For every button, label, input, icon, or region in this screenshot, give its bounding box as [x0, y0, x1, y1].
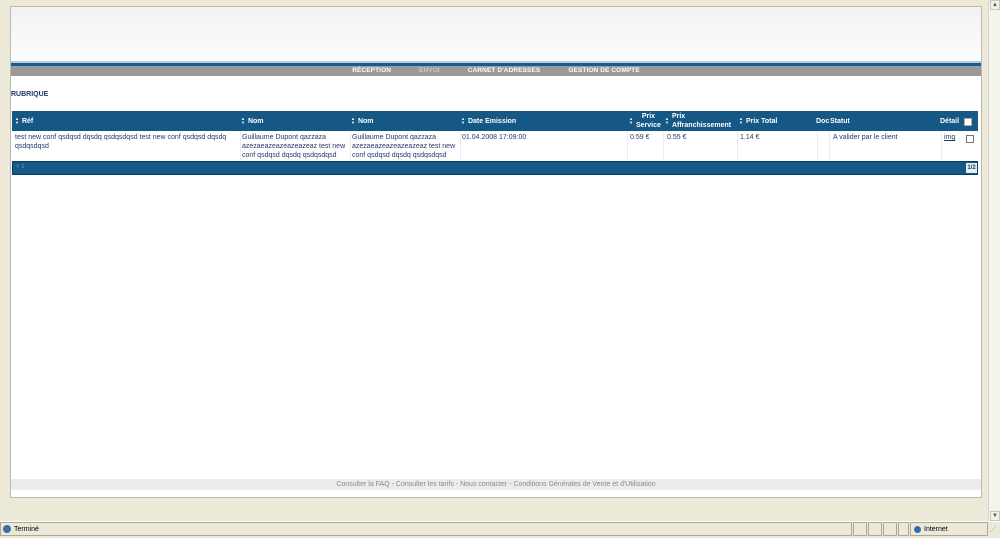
footer-links: Consulter la FAQ - Consulter les tarifs … [11, 479, 981, 490]
status-cell [883, 522, 897, 536]
cell-date: 01.04.2008 17:09:00 [462, 134, 527, 141]
cell-ref: test new conf qsdqsd dqsdq qsdqsdqsd tes… [15, 134, 227, 150]
nav-carnet-adresses[interactable]: CARNET D'ADRESSES [454, 66, 555, 76]
cell-prix-service: 0.59 € [630, 134, 650, 141]
cell-prix-total: 1.14 € [740, 134, 760, 141]
scroll-down-arrow-icon[interactable]: ▼ [990, 511, 1000, 521]
globe-icon [914, 525, 921, 533]
col-statut: Statut [830, 117, 850, 125]
sort-icon: ▲ ▼ [461, 116, 465, 125]
nav-gestion-compte[interactable]: GESTION DE COMPTE [554, 66, 653, 76]
column-divider [240, 131, 241, 160]
col-detail: Détail [940, 117, 960, 125]
pagination-page[interactable]: 1/2 [966, 163, 977, 173]
header-banner [11, 7, 981, 62]
column-divider [941, 131, 942, 160]
nav-reception[interactable]: RÉCEPTION [338, 66, 405, 76]
status-cell [853, 522, 867, 536]
pagination-prev[interactable]: < 1 [16, 164, 25, 170]
status-cell [898, 522, 909, 536]
col-prix-service[interactable]: ▲ ▼ Prix Service [629, 111, 661, 131]
ie-icon [3, 525, 11, 533]
sort-icon: ▲ ▼ [351, 116, 355, 125]
footer-link-contact[interactable]: Nous contacter [460, 481, 507, 488]
section-title: RUBRIQUE [11, 91, 49, 98]
cell-statut: A valider par le client [833, 134, 898, 141]
column-divider [460, 131, 461, 160]
column-divider [350, 131, 351, 160]
main-nav: RÉCEPTION ENVOI CARNET D'ADRESSES GESTIO… [11, 66, 981, 76]
footer-link-faq[interactable]: Consulter la FAQ [336, 481, 389, 488]
resize-grip-icon[interactable]: ⋰ [990, 526, 998, 534]
nav-envoi[interactable]: ENVOI [405, 66, 454, 76]
status-zone: Internet [910, 522, 988, 536]
sort-icon: ▲ ▼ [241, 116, 245, 125]
column-divider [663, 131, 664, 160]
zone-text: Internet [924, 525, 948, 533]
column-divider [829, 131, 830, 160]
row-checkbox[interactable] [966, 135, 974, 143]
scroll-up-arrow-icon[interactable]: ▲ [990, 0, 1000, 10]
col-nom-2[interactable]: ▲ ▼ Nom [351, 111, 374, 131]
col-date-emission[interactable]: ▲ ▼ Date Emission [461, 111, 516, 131]
detail-link[interactable]: img [944, 133, 955, 142]
sort-icon: ▲ ▼ [739, 116, 743, 125]
cell-prix-affranchissement: 0.55 € [667, 134, 687, 141]
status-text: Terminé [14, 525, 39, 533]
footer-link-cgv[interactable]: Conditions Générales de Vente et d'Utili… [513, 481, 655, 488]
column-divider [737, 131, 738, 160]
select-all-checkbox[interactable] [964, 118, 972, 126]
table-header: ▲ ▼ Réf ▲ ▼ Nom ▲ ▼ Nom ▲ ▼ Date Emission ▲ ▼ Pri… [12, 111, 978, 131]
footer-link-tarifs[interactable]: Consulter les tarifs [396, 481, 454, 488]
cell-nom-2: Guillaume Dupont qazzaza azezaeazeazeaze… [352, 134, 456, 159]
vertical-scrollbar[interactable]: ▲ ▼ [988, 0, 1000, 521]
pagination-bar: < 1 1/2 [12, 161, 978, 175]
column-divider [627, 131, 628, 160]
column-divider [817, 131, 818, 160]
sort-icon: ▲ ▼ [629, 116, 633, 125]
col-nom-1[interactable]: ▲ ▼ Nom [241, 111, 264, 131]
sort-icon: ▲ ▼ [15, 116, 19, 125]
table-row[interactable]: test new conf qsdqsd dqsdq qsdqsdqsd tes… [12, 131, 978, 160]
col-prix-affranchissement[interactable]: ▲ ▼ Prix Affranchissement [665, 111, 731, 131]
status-cell [868, 522, 882, 536]
sort-icon: ▲ ▼ [665, 116, 669, 125]
col-doc: Doc [816, 117, 830, 125]
cell-nom-1: Guillaume Dupont qazzaza azezaeazeazeaze… [242, 134, 346, 159]
browser-status-bar: Terminé Internet ⋰ [0, 521, 1000, 538]
col-prix-total[interactable]: ▲ ▼ Prix Total [739, 111, 777, 131]
status-left: Terminé [0, 522, 852, 536]
col-ref[interactable]: ▲ ▼ Réf [15, 111, 33, 131]
page-content: RÉCEPTION ENVOI CARNET D'ADRESSES GESTIO… [10, 6, 982, 498]
